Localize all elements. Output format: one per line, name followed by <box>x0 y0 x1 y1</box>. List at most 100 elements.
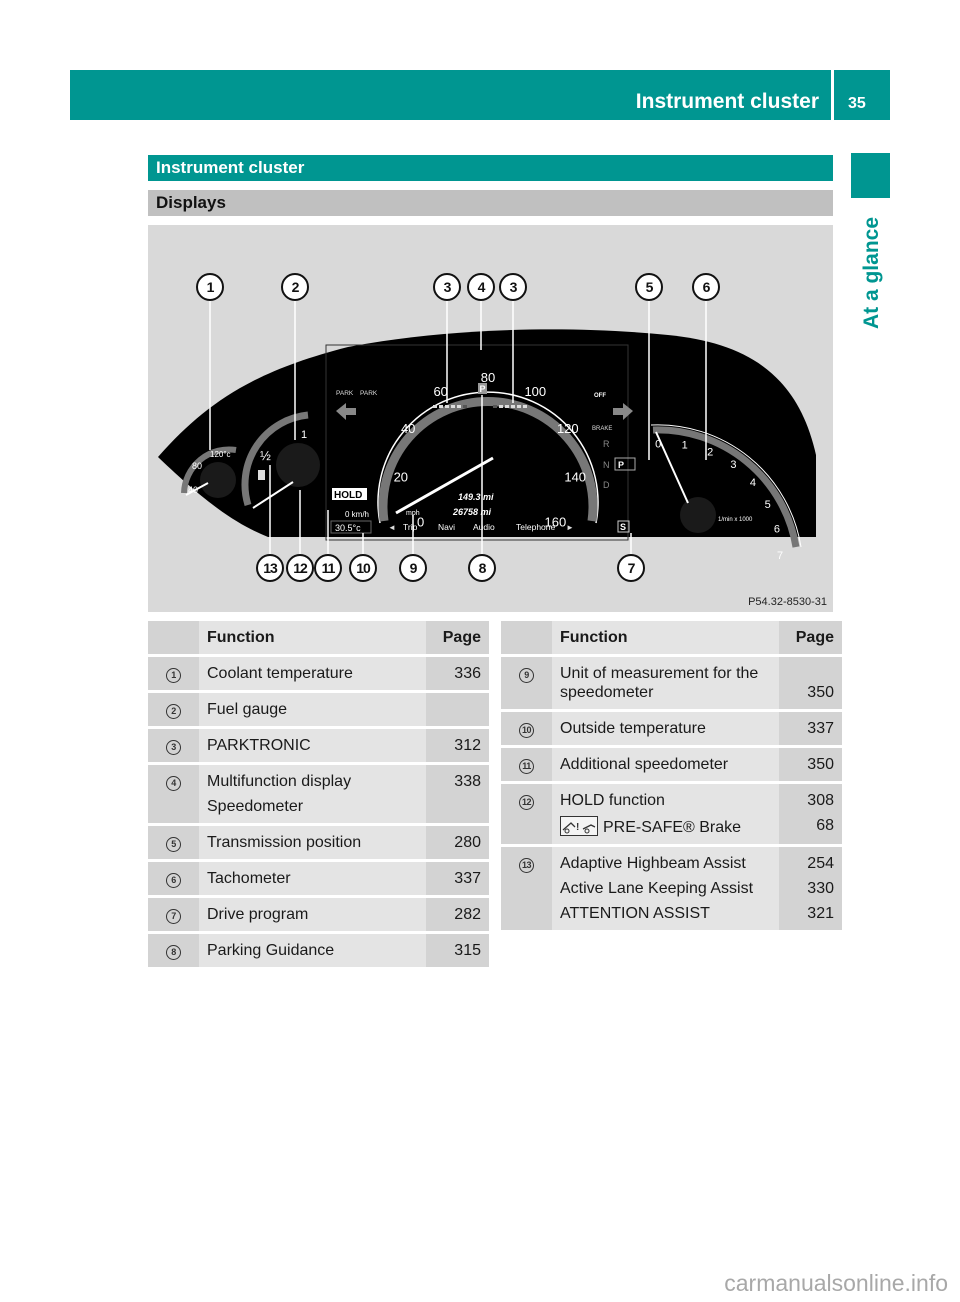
callout-11: 11 <box>314 554 342 582</box>
table-header-row: Function Page <box>501 621 842 657</box>
page-reference[interactable]: 337 <box>779 719 834 738</box>
row-number-circle: 3 <box>166 740 181 755</box>
row-number-circle: 2 <box>166 704 181 719</box>
menu-item-audio[interactable]: Audio <box>473 522 495 532</box>
page-reference[interactable]: 350 <box>779 755 834 774</box>
menu-item-trip[interactable]: Trip <box>403 522 418 532</box>
park-label-left: PARK <box>336 390 354 397</box>
page-number-box: 35 <box>834 70 890 120</box>
page-number: 35 <box>848 95 866 112</box>
header-num <box>148 621 199 657</box>
page-reference[interactable]: 330 <box>779 879 834 898</box>
row-page: 337 <box>779 710 842 748</box>
row-function: HOLD function! PRE-SAFE® Brake <box>552 782 779 847</box>
function-label: HOLD function <box>560 792 665 809</box>
table-body-left: 1 Coolant temperature 336 2 Fuel gauge 3 PARKT… <box>148 655 489 970</box>
page-reference[interactable]: 280 <box>426 833 481 852</box>
watermark: carmanualsonline.info <box>724 1270 948 1296</box>
row-function: Multifunction display Speedometer <box>199 763 426 826</box>
menu-left-arrow-icon[interactable]: ◄ <box>388 523 396 532</box>
table-row: 10 Outside temperature 337 <box>501 710 842 748</box>
page-reference[interactable]: 337 <box>426 869 481 888</box>
page-reference[interactable]: 308 <box>779 791 834 810</box>
fuel-pump-icon <box>258 470 265 480</box>
row-number: 3 <box>148 727 199 765</box>
function-label: Unit of measurement for the speedometer <box>560 665 759 701</box>
esp-off-label: OFF <box>594 393 606 399</box>
speedometer-tick-140: 140 <box>564 470 586 485</box>
row-page: 280 <box>426 824 489 862</box>
table-row: 1 Coolant temperature 336 <box>148 655 489 693</box>
table-row: 7 Drive program 282 <box>148 896 489 934</box>
row-number-circle: 5 <box>166 837 181 852</box>
page-reference[interactable]: 68 <box>779 816 834 835</box>
row-number-circle: 6 <box>166 873 181 888</box>
row-number: 11 <box>501 746 552 784</box>
tachometer-tick-3: 3 <box>730 459 736 471</box>
row-number-circle: 1 <box>166 668 181 683</box>
page-header-title: Instrument cluster <box>635 90 819 113</box>
row-number-circle: 13 <box>519 858 534 873</box>
table-body-right: 9 Unit of measurement for the speedometer… <box>501 655 842 933</box>
callout-4: 4 <box>467 273 495 301</box>
section-title: Instrument cluster <box>156 158 305 177</box>
function-label: Active Lane Keeping Assist <box>560 880 754 897</box>
row-function: Coolant temperature <box>199 655 426 693</box>
page-reference[interactable]: 350 <box>779 683 834 702</box>
table-row: 11 Additional speedometer 350 <box>501 746 842 784</box>
row-number-circle: 11 <box>519 759 534 774</box>
row-page: 308 68 <box>779 782 842 847</box>
page-reference[interactable]: 338 <box>426 772 481 791</box>
row-number: 8 <box>148 932 199 970</box>
page-reference[interactable]: 321 <box>779 904 834 923</box>
row-number: 4 <box>148 763 199 826</box>
row-page: 350 <box>779 655 842 712</box>
header-num <box>501 621 552 657</box>
total-odometer: 26758 mi <box>452 507 492 517</box>
side-tab: At a glance <box>855 210 889 335</box>
tachometer-tick-1: 1 <box>682 439 688 451</box>
tachometer-tick-6: 6 <box>774 524 780 536</box>
speedometer-tick-20: 20 <box>394 470 408 485</box>
callout-9: 9 <box>399 554 427 582</box>
row-number: 7 <box>148 896 199 934</box>
menu-right-arrow-icon[interactable]: ► <box>566 523 574 532</box>
page-reference[interactable]: 315 <box>426 941 481 960</box>
tachometer-tick-7: 7 <box>777 550 783 562</box>
header-function: Function <box>199 621 426 657</box>
row-number-circle: 9 <box>519 668 534 683</box>
row-page <box>426 691 489 729</box>
tachometer-unit: 1/min x 1000 <box>718 517 753 523</box>
page-reference[interactable]: 336 <box>426 664 481 683</box>
table-row: 2 Fuel gauge <box>148 691 489 729</box>
callout-1: 1 <box>196 273 224 301</box>
subsection-heading-bar: Displays <box>148 190 833 216</box>
fuel-label-full: 1 <box>301 429 307 441</box>
row-number: 2 <box>148 691 199 729</box>
row-function: Additional speedometer <box>552 746 779 784</box>
header-function: Function <box>552 621 779 657</box>
row-function: Outside temperature <box>552 710 779 748</box>
table-row: 6 Tachometer 337 <box>148 860 489 898</box>
row-number: 12 <box>501 782 552 847</box>
function-label: Speedometer <box>207 798 304 815</box>
row-function: Unit of measurement for the speedometer <box>552 655 779 712</box>
table-row: 3 PARKTRONIC 312 <box>148 727 489 765</box>
page-reference[interactable]: 312 <box>426 736 481 755</box>
figure-code: P54.32-8530-31 <box>748 596 827 608</box>
function-table-right: Function Page 9 Unit of measurement for t… <box>501 621 842 933</box>
row-number: 9 <box>501 655 552 712</box>
callout-10: 10 <box>349 554 377 582</box>
gear-d: D <box>603 480 610 490</box>
row-number-circle: 4 <box>166 776 181 791</box>
menu-item-navi[interactable]: Navi <box>438 522 455 532</box>
row-function: PARKTRONIC <box>199 727 426 765</box>
page-reference[interactable]: 254 <box>779 854 834 873</box>
row-page: 336 <box>426 655 489 693</box>
menu-item-telephone[interactable]: Telephone <box>516 522 556 532</box>
table-row: 12 HOLD function! PRE-SAFE® Brake 308 68 <box>501 782 842 847</box>
gear-selected: P <box>618 460 624 470</box>
page-reference[interactable]: 282 <box>426 905 481 924</box>
row-number: 13 <box>501 845 552 933</box>
drive-program: S <box>620 522 626 532</box>
